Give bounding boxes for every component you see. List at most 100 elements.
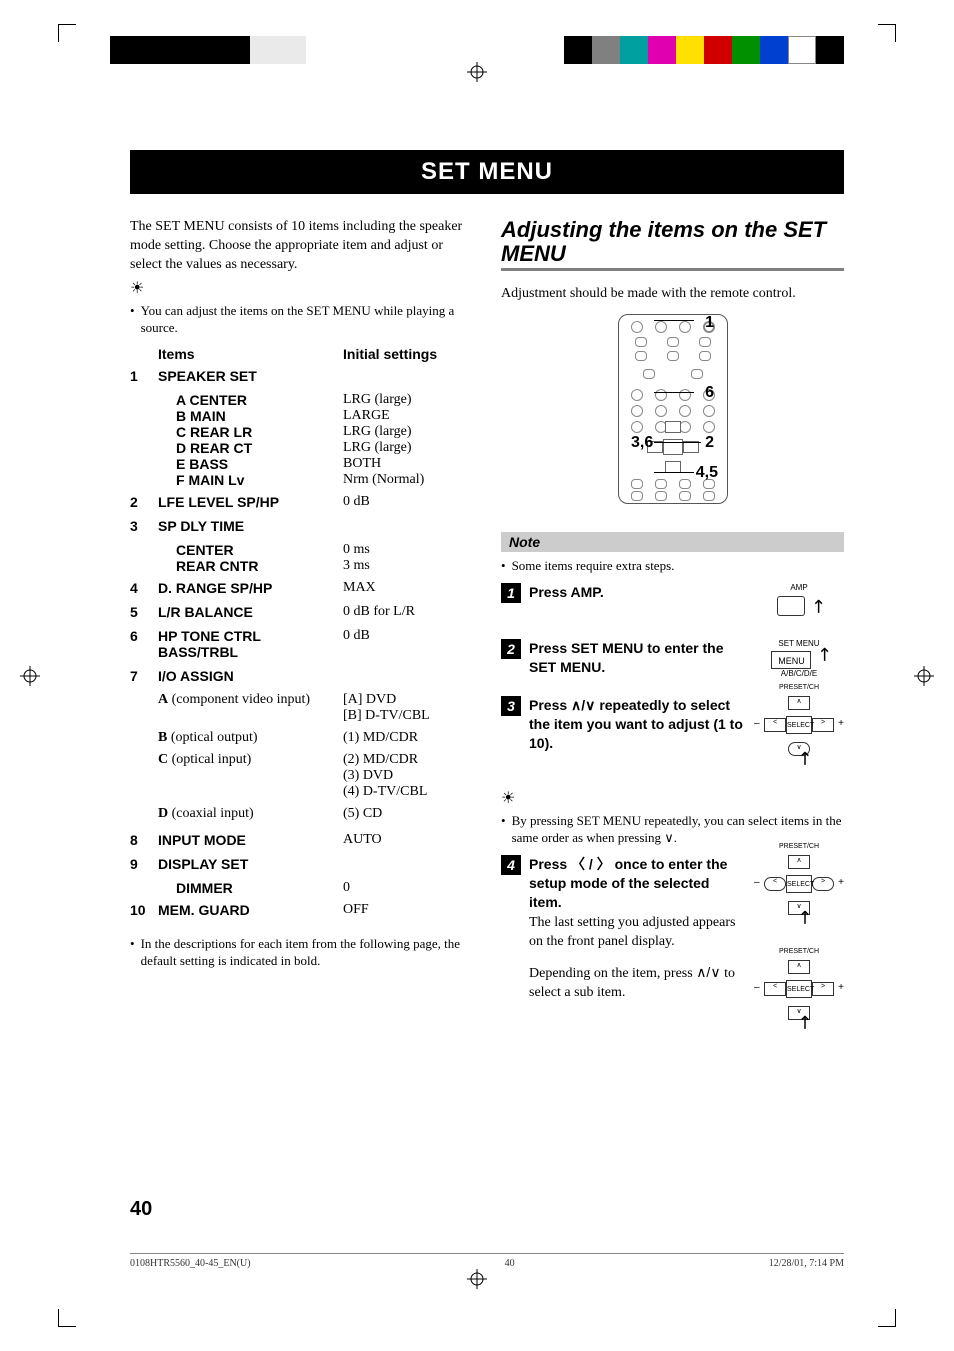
item-number: 5 xyxy=(130,604,158,620)
item-name: HP TONE CTRL BASS/TRBL xyxy=(158,628,343,660)
print-footer: 0108HTR5560_40-45_EN(U) 40 12/28/01, 7:1… xyxy=(130,1253,844,1269)
crop-mark xyxy=(878,24,896,42)
note-text: Some items require extra steps. xyxy=(512,558,675,575)
set-menu-tip: By pressing SET MENU repeatedly, you can… xyxy=(512,813,844,847)
step-3-text: Press ∧/∨ repeatedly to select the item … xyxy=(529,696,746,753)
up-down-icon: ∧/∨ xyxy=(571,697,595,713)
dpad-icon: PRESET/CH ∧ ∨ < > SELECT –+ ↖ PRESET/CH … xyxy=(754,855,844,1037)
step-4-text: Press 〈 / 〉 once to enter the setup mode… xyxy=(529,855,746,1003)
bullet-icon: • xyxy=(130,303,135,337)
crop-mark xyxy=(58,1309,76,1327)
sub-item-name: DIMMER xyxy=(158,880,343,896)
item-number: 9 xyxy=(130,856,158,872)
sub-item-name: B MAIN xyxy=(158,408,343,424)
item-value: 0 dB for L/R xyxy=(343,604,473,620)
step-number: 2 xyxy=(501,639,521,659)
sub-item-name: CENTER xyxy=(158,542,343,558)
item-value xyxy=(343,518,473,534)
step-number: 3 xyxy=(501,696,521,716)
right-intro: Adjustment should be made with the remot… xyxy=(501,285,844,304)
sub-item-value: LRG (large) xyxy=(343,392,473,408)
column-header-items: Items xyxy=(158,346,343,362)
remote-diagram: 1 6 2 4,5 3,6 xyxy=(501,314,844,514)
tip-icon: ☀︎ xyxy=(501,791,515,807)
bullet-icon: • xyxy=(501,558,506,575)
step-2-text: Press SET MENU to enter the SET MENU. xyxy=(529,639,746,677)
io-assign-label: B (optical output) xyxy=(158,730,343,746)
intro-note: You can adjust the items on the SET MENU… xyxy=(141,303,473,337)
io-assign-label: C (optical input) xyxy=(158,752,343,800)
item-number: 7 xyxy=(130,668,158,684)
step-number: 1 xyxy=(501,583,521,603)
tip-icon: ☀︎ xyxy=(130,281,144,297)
bullet-icon: • xyxy=(501,813,506,847)
item-name: DISPLAY SET xyxy=(158,856,343,872)
item-name: LFE LEVEL SP/HP xyxy=(158,494,343,510)
callout-6: 6 xyxy=(705,384,714,402)
item-number: 2 xyxy=(130,494,158,510)
sub-item-value: LRG (large) xyxy=(343,424,473,440)
step-number: 4 xyxy=(501,855,521,875)
footer-right: 12/28/01, 7:14 PM xyxy=(769,1258,844,1269)
item-value xyxy=(343,368,473,384)
item-value: 0 dB xyxy=(343,628,473,660)
sub-item-value: Nrm (Normal) xyxy=(343,472,473,488)
item-name: L/R BALANCE xyxy=(158,604,343,620)
item-value: AUTO xyxy=(343,832,473,848)
item-name: SPEAKER SET xyxy=(158,368,343,384)
footer-left: 0108HTR5560_40-45_EN(U) xyxy=(130,1258,251,1269)
io-assign-value: (5) CD xyxy=(343,806,473,822)
item-number: 10 xyxy=(130,902,158,918)
item-number: 3 xyxy=(130,518,158,534)
menu-button-icon: SET MENU MENU↖ A/B/C/D/E xyxy=(754,639,844,678)
registration-mark-icon xyxy=(914,666,934,686)
page-title: SET MENU xyxy=(130,150,844,194)
io-assign-value: (1) MD/CDR xyxy=(343,730,473,746)
item-value xyxy=(343,668,473,684)
item-name: SP DLY TIME xyxy=(158,518,343,534)
item-name: I/O ASSIGN xyxy=(158,668,343,684)
io-assign-value: (2) MD/CDR(3) DVD(4) D-TV/CBL xyxy=(343,752,473,800)
callout-2: 2 xyxy=(705,434,714,452)
registration-mark-icon xyxy=(467,1269,487,1289)
sub-item-name: A CENTER xyxy=(158,392,343,408)
note-label: Note xyxy=(501,532,844,552)
item-number: 1 xyxy=(130,368,158,384)
callout-1: 1 xyxy=(705,314,714,332)
item-value xyxy=(343,856,473,872)
item-number: 8 xyxy=(130,832,158,848)
left-right-icon: 〈 / 〉 xyxy=(571,856,611,872)
item-name: D. RANGE SP/HP xyxy=(158,580,343,596)
page-number: 40 xyxy=(130,1198,152,1221)
callout-45: 4,5 xyxy=(696,464,718,482)
sub-item-value: LARGE xyxy=(343,408,473,424)
footer-center: 40 xyxy=(505,1258,515,1269)
column-header-initial: Initial settings xyxy=(343,346,473,362)
io-assign-value: [A] DVD[B] D-TV/CBL xyxy=(343,692,473,724)
color-swatch-bar xyxy=(564,36,844,64)
item-name: INPUT MODE xyxy=(158,832,343,848)
down-icon: ∨ xyxy=(664,830,674,845)
step-1-text: Press AMP. xyxy=(529,583,746,602)
up-down-icon: ∧/∨ xyxy=(696,964,720,980)
io-assign-label: D (coaxial input) xyxy=(158,806,343,822)
bullet-icon: • xyxy=(130,936,135,970)
sub-item-value: 0 xyxy=(343,880,473,896)
sub-item-name: D REAR CT xyxy=(158,440,343,456)
crop-mark xyxy=(58,24,76,42)
sub-item-value: 0 ms xyxy=(343,542,473,558)
sub-item-name: E BASS xyxy=(158,456,343,472)
callout-36: 3,6 xyxy=(631,434,653,452)
sub-item-value: BOTH xyxy=(343,456,473,472)
sub-item-value: LRG (large) xyxy=(343,440,473,456)
crop-mark xyxy=(878,1309,896,1327)
sub-item-name: REAR CNTR xyxy=(158,558,343,574)
item-value: OFF xyxy=(343,902,473,918)
registration-mark-icon xyxy=(20,666,40,686)
left-footnote: In the descriptions for each item from t… xyxy=(141,936,473,970)
item-name: MEM. GUARD xyxy=(158,902,343,918)
section-heading: Adjusting the items on the SET MENU xyxy=(501,218,844,271)
item-value: MAX xyxy=(343,580,473,596)
item-number: 4 xyxy=(130,580,158,596)
amp-button-icon: AMP ↖ xyxy=(754,583,844,621)
